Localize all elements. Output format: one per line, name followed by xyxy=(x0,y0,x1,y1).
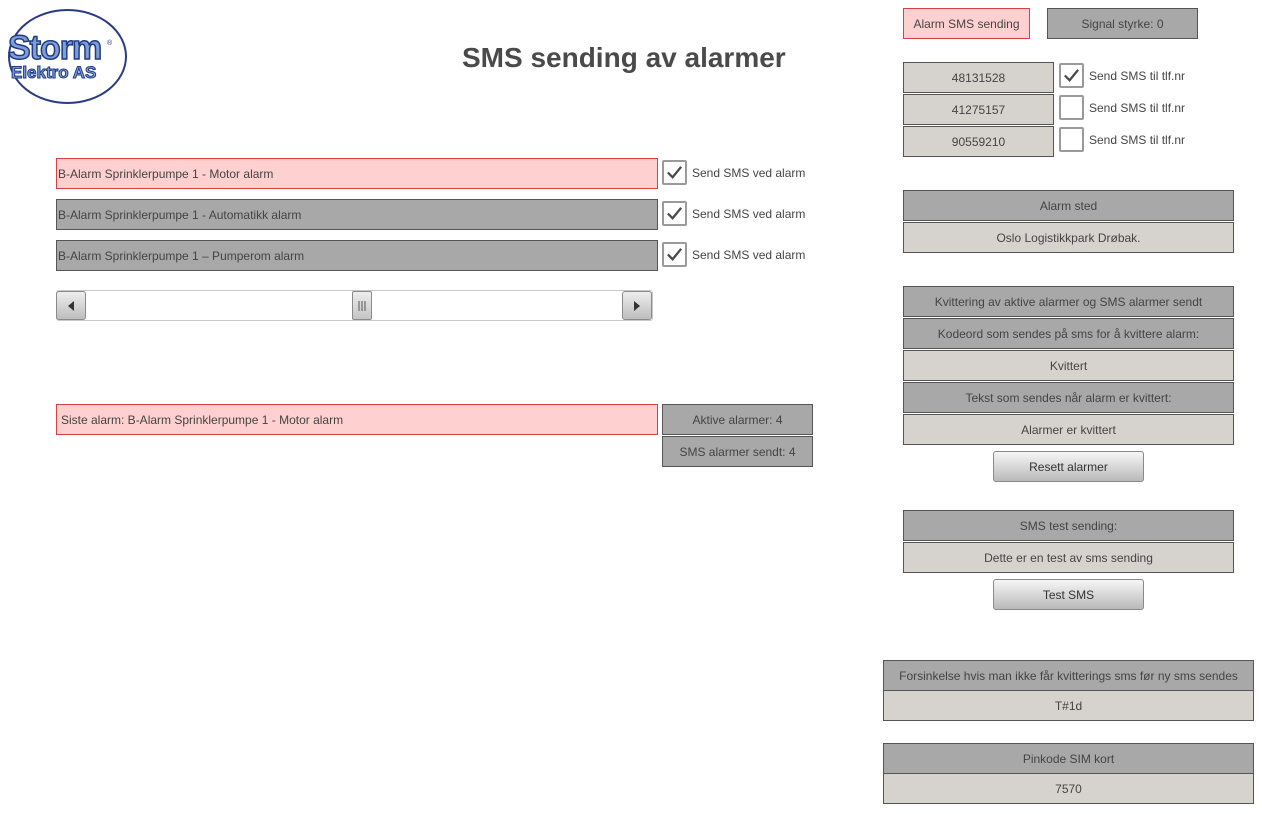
company-logo: Storm ® Elektro AS xyxy=(7,9,127,104)
logo-text-storm: Storm xyxy=(7,29,103,67)
alarm-list-scrollbar[interactable] xyxy=(56,290,653,321)
ack-code-field[interactable]: Kvittert xyxy=(903,350,1234,381)
page-title: SMS sending av alarmer xyxy=(462,42,786,73)
grip-icon xyxy=(358,300,366,311)
sms-test-header: SMS test sending: xyxy=(903,510,1234,541)
scroll-right-button[interactable] xyxy=(622,291,652,320)
phone-3-checkbox[interactable] xyxy=(1059,127,1084,152)
ack-text-label: Tekst som sendes når alarm er kvittert: xyxy=(903,382,1234,413)
alarm-2-sms-label: Send SMS ved alarm xyxy=(692,207,806,221)
phone-1-checkbox-label: Send SMS til tlf.nr xyxy=(1089,69,1186,83)
checkmark-icon xyxy=(667,166,683,179)
sms-sent-counter: SMS alarmer sendt: 4 xyxy=(662,436,813,467)
delay-header: Forsinkelse hvis man ikke får kvittering… xyxy=(883,660,1254,691)
alarm-row-motor: B-Alarm Sprinklerpumpe 1 - Motor alarm xyxy=(56,158,658,189)
scroll-thumb[interactable] xyxy=(352,291,372,320)
alarm-1-sms-label: Send SMS ved alarm xyxy=(692,166,806,180)
alarm-2-sms-checkbox[interactable] xyxy=(662,201,687,226)
location-field[interactable]: Oslo Logistikkpark Drøbak. xyxy=(903,222,1234,253)
phone-2-checkbox[interactable] xyxy=(1059,95,1084,120)
alarm-row-pumperom: B-Alarm Sprinklerpumpe 1 – Pumperom alar… xyxy=(56,240,658,271)
checkmark-icon xyxy=(667,207,683,220)
arrow-left-icon xyxy=(68,300,74,311)
checkmark-icon xyxy=(667,248,683,261)
last-alarm-display: Siste alarm: B-Alarm Sprinklerpumpe 1 - … xyxy=(56,404,658,435)
ack-text-field[interactable]: Alarmer er kvittert xyxy=(903,414,1234,445)
phone-number-field-3[interactable]: 90559210 xyxy=(903,126,1054,157)
alarm-row-automatikk: B-Alarm Sprinklerpumpe 1 - Automatikk al… xyxy=(56,199,658,230)
active-alarms-counter: Aktive alarmer: 4 xyxy=(662,404,813,435)
test-sms-button[interactable]: Test SMS xyxy=(993,579,1144,610)
alarm-sms-sending-indicator: Alarm SMS sending xyxy=(903,8,1030,39)
logo-registered-mark: ® xyxy=(107,40,113,47)
pin-field[interactable]: 7570 xyxy=(883,773,1254,804)
alarm-1-sms-checkbox[interactable] xyxy=(662,160,687,185)
location-header: Alarm sted xyxy=(903,190,1234,221)
phone-2-checkbox-label: Send SMS til tlf.nr xyxy=(1089,101,1186,115)
checkmark-icon xyxy=(1064,69,1080,82)
phone-number-field-1[interactable]: 48131528 xyxy=(903,62,1054,93)
ack-code-label: Kodeord som sendes på sms for å kvittere… xyxy=(903,318,1234,349)
signal-strength-indicator: Signal styrke: 0 xyxy=(1047,8,1198,39)
acknowledge-header: Kvittering av aktive alarmer og SMS alar… xyxy=(903,286,1234,317)
reset-alarms-button[interactable]: Resett alarmer xyxy=(993,451,1144,482)
sms-test-message-field[interactable]: Dette er en test av sms sending xyxy=(903,542,1234,573)
alarm-3-sms-checkbox[interactable] xyxy=(662,242,687,267)
scroll-left-button[interactable] xyxy=(56,291,86,320)
phone-1-checkbox[interactable] xyxy=(1059,63,1084,88)
alarm-3-sms-label: Send SMS ved alarm xyxy=(692,248,806,262)
pin-header: Pinkode SIM kort xyxy=(883,743,1254,774)
delay-field[interactable]: T#1d xyxy=(883,690,1254,721)
phone-3-checkbox-label: Send SMS til tlf.nr xyxy=(1089,133,1186,147)
phone-number-field-2[interactable]: 41275157 xyxy=(903,94,1054,125)
arrow-right-icon xyxy=(634,300,640,311)
logo-text-elektro: Elektro AS xyxy=(10,63,97,82)
